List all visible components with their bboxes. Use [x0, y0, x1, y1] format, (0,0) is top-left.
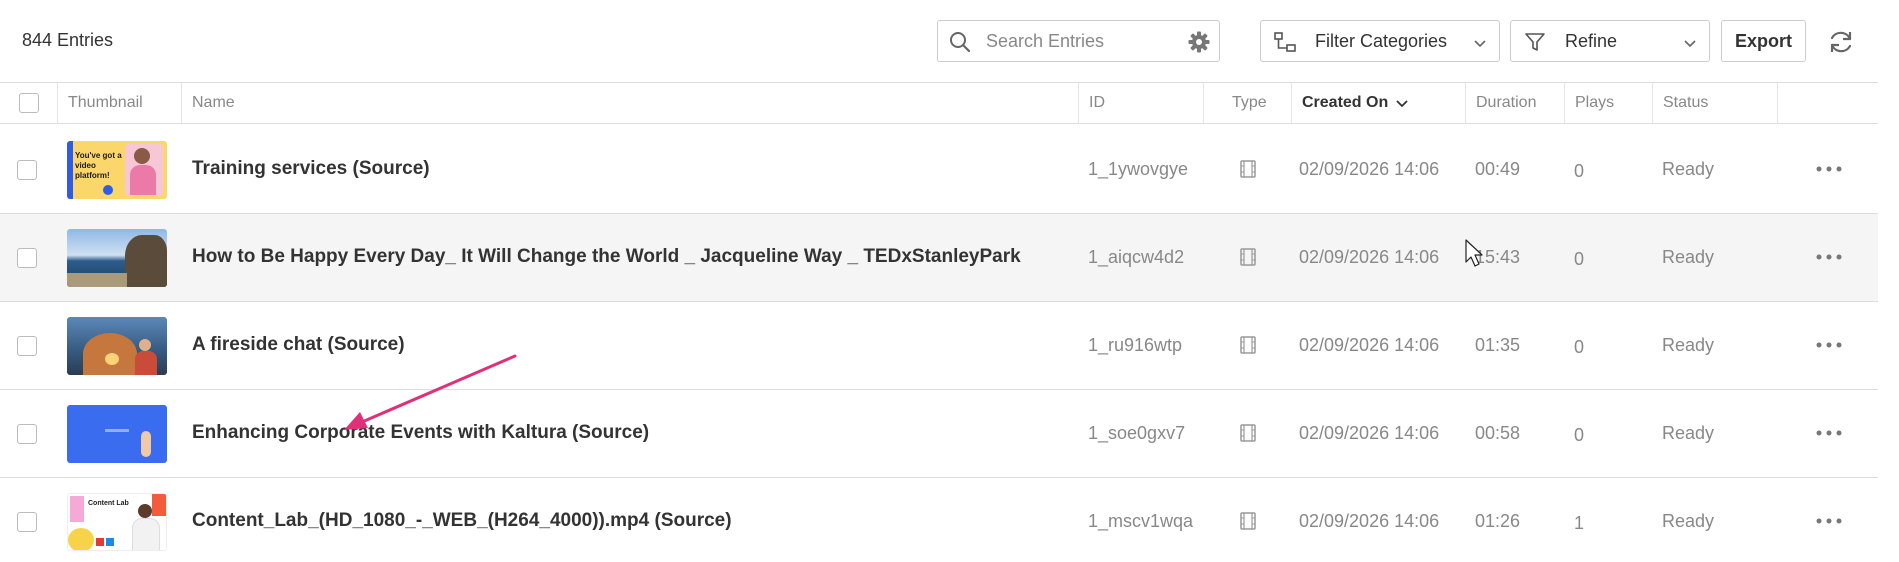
column-header-id[interactable]: ID [1078, 83, 1203, 123]
row-checkbox[interactable] [17, 336, 37, 356]
column-header-plays[interactable]: Plays [1564, 83, 1652, 123]
table-row[interactable]: A fireside chat (Source) 1_ru916wtp 02/0… [0, 302, 1878, 390]
search-input[interactable] [986, 26, 1151, 56]
column-header-name[interactable]: Name [181, 83, 1078, 123]
column-header-duration[interactable]: Duration [1465, 83, 1564, 123]
column-header-actions [1777, 83, 1878, 123]
more-actions-icon[interactable] [1814, 247, 1844, 267]
more-actions-icon[interactable] [1814, 159, 1844, 179]
entry-status: Ready [1662, 423, 1715, 443]
entry-name[interactable]: Enhancing Corporate Events with Kaltura … [192, 422, 649, 444]
row-checkbox[interactable] [17, 424, 37, 444]
chevron-down-icon [1474, 40, 1486, 48]
select-all-checkbox[interactable] [19, 93, 39, 113]
entry-created-on: 02/09/2026 14:06 [1299, 511, 1440, 531]
entries-count: 844 Entries [22, 30, 114, 50]
thumbnail-caption: You've got a video platform! [75, 151, 122, 180]
video-icon [1240, 248, 1256, 266]
video-icon [1240, 160, 1256, 178]
toolbar: 844 Entries F [0, 0, 1899, 82]
entry-duration: 00:58 [1475, 423, 1521, 443]
more-actions-icon[interactable] [1814, 511, 1844, 531]
sort-chevron-down-icon [1396, 100, 1408, 108]
filter-funnel-icon [1525, 33, 1545, 51]
entry-created-on: 02/09/2026 14:06 [1299, 423, 1440, 443]
entry-status: Ready [1662, 335, 1715, 355]
entry-plays: 0 [1574, 249, 1585, 269]
entry-thumbnail[interactable] [67, 317, 167, 375]
table-row[interactable]: Content Lab Content_Lab_(HD_1080_-_WEB_(… [0, 478, 1878, 562]
table-row[interactable]: You've got a video platform! Training se… [0, 126, 1878, 214]
entry-plays: 1 [1574, 513, 1585, 533]
video-icon [1240, 336, 1256, 354]
entry-status: Ready [1662, 247, 1715, 267]
entry-status: Ready [1662, 159, 1715, 179]
column-header-type[interactable]: Type [1203, 83, 1291, 123]
entry-id: 1_aiqcw4d2 [1088, 247, 1185, 267]
video-icon [1240, 424, 1256, 442]
more-actions-icon[interactable] [1814, 335, 1844, 355]
entry-thumbnail[interactable] [67, 405, 167, 463]
entry-duration: 00:49 [1475, 159, 1521, 179]
entry-created-on: 02/09/2026 14:06 [1299, 335, 1440, 355]
chevron-down-icon [1684, 40, 1696, 48]
category-tree-icon [1274, 32, 1296, 52]
table-row[interactable]: How to Be Happy Every Day_ It Will Chang… [0, 214, 1878, 302]
entry-id: 1_1ywovgye [1088, 159, 1189, 179]
entry-id: 1_mscv1wqa [1088, 511, 1194, 531]
table-row[interactable]: Enhancing Corporate Events with Kaltura … [0, 390, 1878, 478]
filter-categories-label: Filter Categories [1315, 31, 1448, 51]
refine-label: Refine [1565, 31, 1618, 51]
refine-dropdown[interactable]: Refine [1510, 20, 1710, 62]
row-checkbox[interactable] [17, 248, 37, 268]
entry-status: Ready [1662, 511, 1715, 531]
export-button[interactable]: Export [1721, 20, 1806, 62]
entry-plays: 0 [1574, 337, 1585, 357]
entry-created-on: 02/09/2026 14:06 [1299, 247, 1440, 267]
entry-plays: 0 [1574, 425, 1585, 445]
entry-duration: 01:26 [1475, 511, 1521, 531]
entry-name[interactable]: Training services (Source) [192, 158, 430, 180]
column-header-created-on[interactable]: Created On [1291, 83, 1465, 123]
row-checkbox[interactable] [17, 160, 37, 180]
entry-plays: 0 [1574, 161, 1585, 181]
entry-thumbnail[interactable]: Content Lab [67, 493, 167, 551]
column-header-created-on-label: Created On [1302, 94, 1389, 111]
column-header-thumbnail: Thumbnail [57, 83, 181, 123]
entry-thumbnail[interactable] [67, 229, 167, 287]
entry-id: 1_ru916wtp [1088, 335, 1183, 355]
filter-categories-dropdown[interactable]: Filter Categories [1260, 20, 1500, 62]
column-header-status[interactable]: Status [1652, 83, 1777, 123]
thumbnail-caption: Content Lab [88, 500, 129, 507]
video-icon [1240, 512, 1256, 530]
gear-icon[interactable] [1187, 30, 1211, 54]
table-header: Thumbnail Name ID Type Created On Durati… [0, 82, 1878, 124]
more-actions-icon[interactable] [1814, 423, 1844, 443]
row-checkbox[interactable] [17, 512, 37, 532]
entry-name[interactable]: How to Be Happy Every Day_ It Will Chang… [192, 246, 1021, 268]
entry-id: 1_soe0gxv7 [1088, 423, 1186, 443]
refresh-icon[interactable] [1826, 27, 1856, 57]
entry-name[interactable]: A fireside chat (Source) [192, 334, 405, 356]
entry-created-on: 02/09/2026 14:06 [1299, 159, 1440, 179]
entry-thumbnail[interactable]: You've got a video platform! [67, 141, 167, 199]
search-icon [950, 32, 971, 53]
entry-duration: 15:43 [1475, 247, 1521, 267]
entry-duration: 01:35 [1475, 335, 1521, 355]
entry-name[interactable]: Content_Lab_(HD_1080_-_WEB_(H264_4000)).… [192, 510, 732, 532]
search-box[interactable] [937, 20, 1220, 62]
